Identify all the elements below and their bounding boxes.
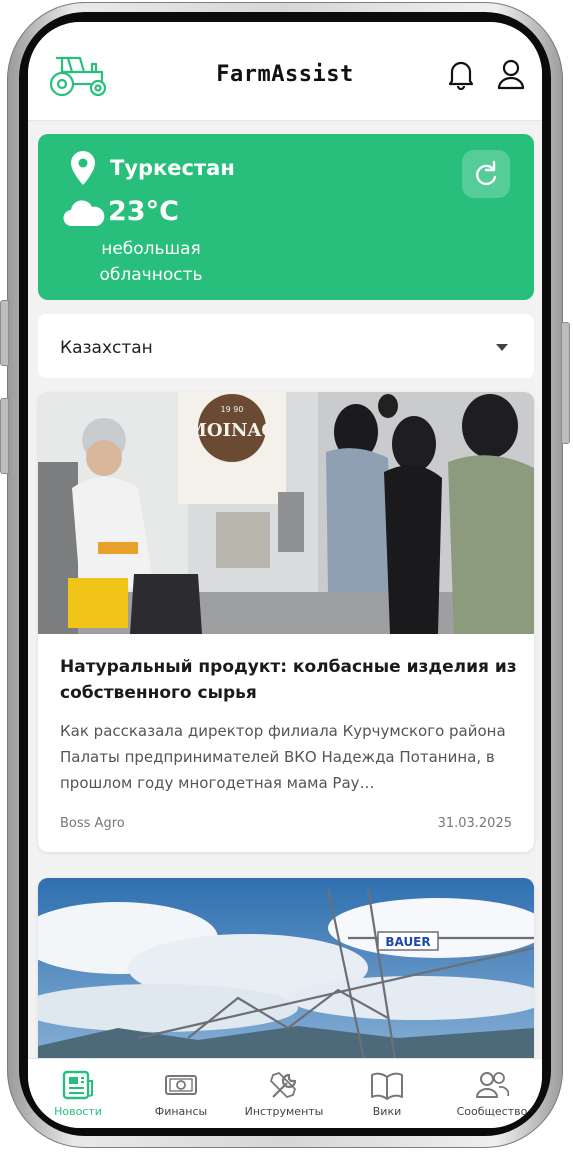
- phone-side-button: [561, 322, 570, 444]
- nav-item-tools[interactable]: Инструменты: [234, 1069, 334, 1127]
- weather-temperature: 23°C: [108, 196, 179, 227]
- banner-sign-text: MOINAQ: [187, 420, 277, 441]
- news-image: BAUER: [38, 878, 534, 1078]
- bottom-navigation: Новости Финансы Инструменты Вики Сообщес…: [28, 1058, 542, 1128]
- app-screen: FarmAssist Туркестан 23°C небольшая обла…: [28, 22, 542, 1128]
- news-icon: [62, 1070, 93, 1100]
- nav-label: Финансы: [154, 1105, 208, 1118]
- nav-item-finance[interactable]: Финансы: [131, 1069, 231, 1127]
- region-select[interactable]: Казахстан: [38, 314, 534, 378]
- tools-icon: [270, 1072, 297, 1098]
- community-icon: [476, 1072, 509, 1098]
- nav-item-news[interactable]: Новости: [28, 1069, 128, 1127]
- location-pin-icon: [71, 151, 95, 185]
- book-icon: [371, 1072, 403, 1100]
- phone-side-button: [0, 398, 9, 474]
- news-card[interactable]: BAUER: [38, 878, 534, 1078]
- nav-label: Сообщество: [456, 1105, 528, 1118]
- banner-sign-year: 19 90: [221, 405, 244, 414]
- weather-city: Туркестан: [110, 156, 235, 180]
- weather-condition: небольшая облачность: [86, 236, 216, 288]
- nav-label: Вики: [372, 1105, 402, 1118]
- cloud-icon: [63, 200, 105, 227]
- region-select-value: Казахстан: [60, 338, 153, 358]
- nav-item-wiki[interactable]: Вики: [337, 1069, 437, 1127]
- nav-label: Новости: [54, 1105, 102, 1118]
- news-date: 31.03.2025: [437, 816, 512, 831]
- phone-side-button: [0, 300, 9, 366]
- news-source: Boss Agro: [60, 816, 125, 831]
- profile-icon[interactable]: [496, 58, 526, 90]
- nav-item-community[interactable]: Сообщество: [442, 1069, 542, 1127]
- news-excerpt: Как рассказала директор филиала Курчумск…: [60, 722, 506, 792]
- news-card[interactable]: MOINAQ 19 90 Натуральный продукт: колбас…: [38, 392, 534, 852]
- news-image: MOINAQ 19 90: [38, 392, 534, 634]
- app-header: FarmAssist: [28, 22, 542, 121]
- refresh-button[interactable]: [462, 150, 510, 198]
- weather-condition-line: небольшая: [101, 239, 201, 259]
- nav-label: Инструменты: [244, 1105, 324, 1118]
- weather-card: Туркестан 23°C небольшая облачность: [38, 134, 534, 300]
- bell-icon[interactable]: [446, 58, 476, 90]
- chevron-down-icon: [496, 344, 508, 351]
- pivot-sign-text: BAUER: [385, 935, 430, 949]
- weather-condition-line: облачность: [99, 265, 203, 285]
- news-title: Натуральный продукт: колбасные изделия и…: [60, 657, 517, 703]
- finance-icon: [165, 1075, 197, 1095]
- refresh-icon: [476, 160, 497, 186]
